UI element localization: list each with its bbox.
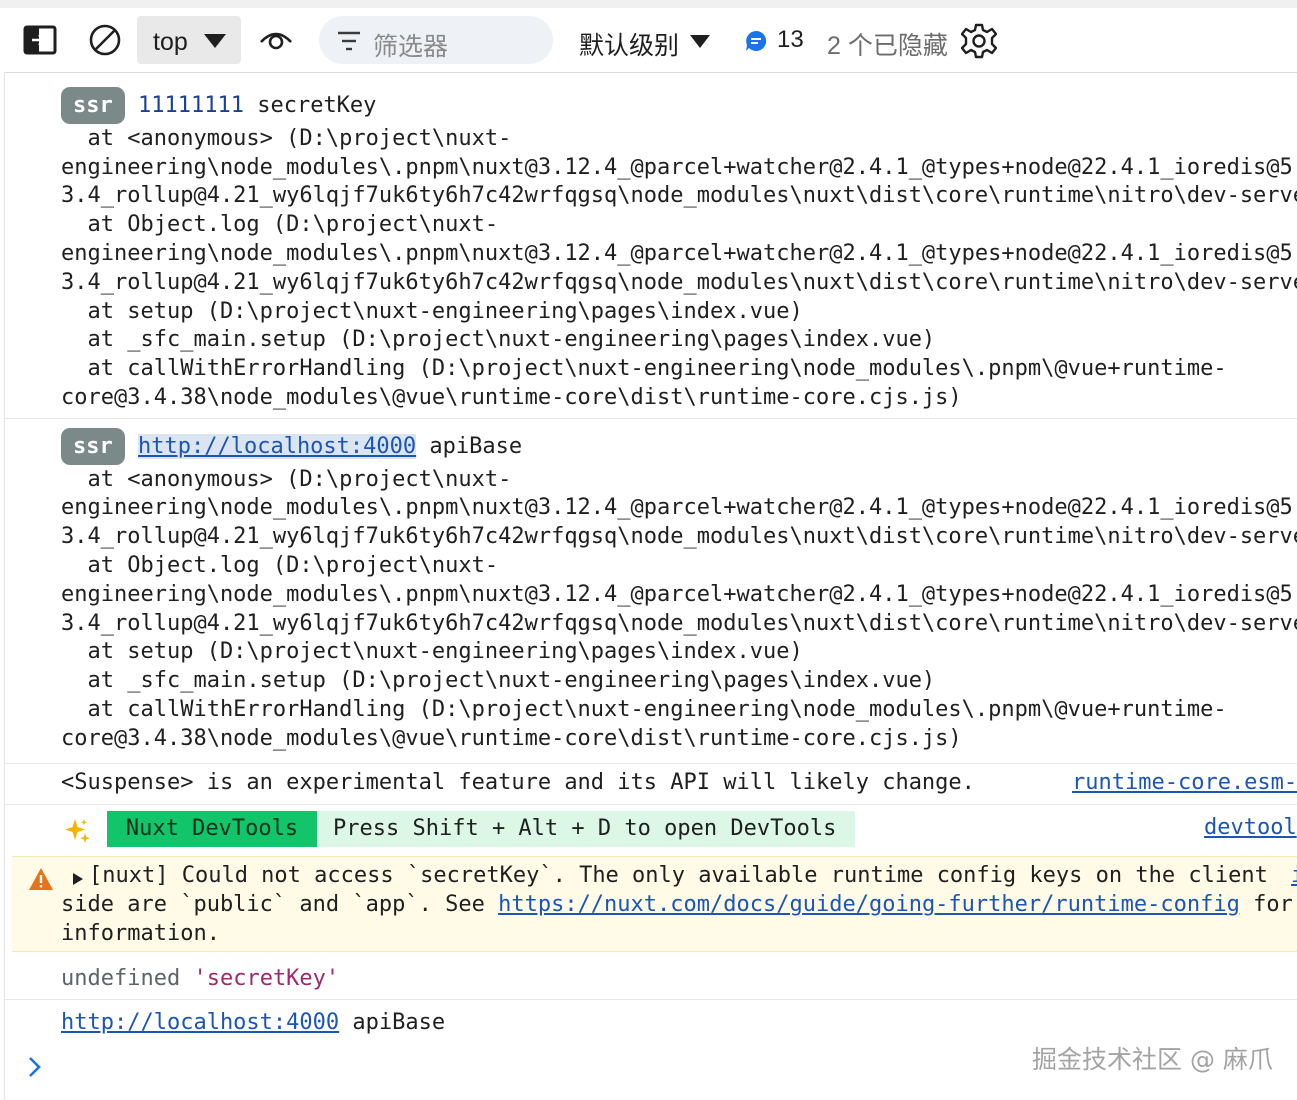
log-text: apiBase [339,1010,446,1035]
filter-placeholder: 筛选器 [373,33,449,61]
suspense-warning-text: <Suspense> is an experimental feature an… [61,770,975,795]
warning-text-part: side are `public` and `app`. See [61,892,499,917]
console-message: <Suspense> is an experimental feature an… [5,764,1297,805]
console-toolbar: top 筛选器 默认级别 13 2 个已隐藏 [5,8,1297,73]
window-top-edge [0,0,1297,8]
log-line: http://localhost:4000 apiBase [61,1010,445,1035]
chevron-down-icon[interactable] [689,34,711,54]
source-link[interactable]: devtool [1204,815,1297,840]
warning-text: side are `public` and `app`. See https:/… [61,892,1293,917]
stack-line: core@3.4.38\node_modules\@vue\runtime-co… [61,385,962,410]
chevron-down-icon [203,33,227,54]
devtools-hint: Press Shift + Alt + D to open DevTools [317,811,855,847]
dock-side-icon[interactable] [23,25,57,60]
log-value: 11111111 [138,93,244,118]
stack-line: 3.4_rollup@4.21_wy6lqjf7uk6ty6h7c42wrfqg… [61,524,1297,549]
stack-line: at <anonymous> (D:\project\nuxt- [61,467,512,492]
watermark: 掘金技术社区 @ 麻爪 [1032,1045,1273,1074]
stack-line: engineering\node_modules\.pnpm\nuxt@3.12… [61,495,1297,520]
message-icon[interactable] [745,30,767,57]
stack-line: 3.4_rollup@4.21_wy6lqjf7uk6ty6h7c42wrfqg… [61,183,1297,208]
prompt-chevron-icon[interactable] [28,1056,42,1083]
console-message: ssr http://localhost:4000 apiBase at <an… [5,419,1297,764]
eye-icon[interactable] [259,28,293,57]
stack-line: at callWithErrorHandling (D:\project\nux… [61,356,1227,381]
stack-line: engineering\node_modules\.pnpm\nuxt@3.12… [61,155,1297,180]
context-select[interactable]: top [137,16,241,64]
stack-line: at callWithErrorHandling (D:\project\nux… [61,697,1227,722]
string-value: 'secretKey' [193,966,340,991]
nuxt-devtools-button[interactable]: Nuxt DevTools [107,811,317,847]
console-message: http://localhost:4000 apiBase [5,1000,1297,1044]
warning-text-part: for [1239,892,1293,917]
log-line: undefined 'secretKey' [61,966,339,991]
log-line: http://localhost:4000 apiBase [138,434,522,459]
expand-triangle-icon[interactable] [72,872,84,891]
warning-text: [nuxt] Could not access `secretKey`. The… [89,863,1268,888]
stack-line: core@3.4.38\node_modules\@vue\runtime-co… [61,726,962,751]
localhost-link[interactable]: http://localhost:4000 [61,1010,339,1035]
warning-text: information. [61,921,220,946]
stack-line: engineering\node_modules\.pnpm\nuxt@3.12… [61,241,1297,266]
warning-message: [nuxt] Could not access `secretKey`. The… [12,856,1297,952]
log-line: 11111111 secretKey [138,93,376,118]
stack-line: 3.4_rollup@4.21_wy6lqjf7uk6ty6h7c42wrfqg… [61,611,1297,636]
stack-line: at setup (D:\project\nuxt-engineering\pa… [61,639,803,664]
stack-line: engineering\node_modules\.pnpm\nuxt@3.12… [61,582,1297,607]
clear-console-icon[interactable] [88,23,122,62]
hidden-count[interactable]: 2 个已隐藏 [827,26,948,62]
stack-line: 3.4_rollup@4.21_wy6lqjf7uk6ty6h7c42wrfqg… [61,270,1297,295]
localhost-link[interactable]: http://localhost:4000 [138,434,417,459]
sparkles-icon [63,817,91,850]
gear-icon[interactable] [960,23,998,64]
context-select-value: top [153,28,188,56]
source-link[interactable]: runtime-core.esm- [1072,770,1297,795]
undefined-value: undefined [61,966,181,991]
runtime-config-link[interactable]: https://nuxt.com/docs/guide/going-furthe… [498,892,1240,917]
stack-line: at setup (D:\project\nuxt-engineering\pa… [61,299,803,324]
warning-icon [28,867,54,896]
stack-line: at Object.log (D:\project\nuxt- [61,212,499,237]
console-message: Nuxt DevTools Press Shift + Alt + D to o… [5,805,1297,855]
log-levels-dropdown[interactable]: 默认级别 [579,26,679,62]
log-text: apiBase [416,434,523,459]
log-text: secretKey [243,93,377,118]
message-count[interactable]: 13 [777,26,804,54]
source-link[interactable]: i [1291,863,1297,888]
filter-input[interactable]: 筛选器 [319,16,553,64]
console-message: ssr 11111111 secretKey at <anonymous> (D… [5,73,1297,419]
ssr-badge: ssr [61,87,125,124]
stack-line: at Object.log (D:\project\nuxt- [61,553,499,578]
filter-icon [337,31,361,56]
console-message: undefined 'secretKey' [5,956,1297,1000]
ssr-badge: ssr [61,428,125,465]
stack-line: at _sfc_main.setup (D:\project\nuxt-engi… [61,668,936,693]
stack-line: at <anonymous> (D:\project\nuxt- [61,126,512,151]
stack-line: at _sfc_main.setup (D:\project\nuxt-engi… [61,327,936,352]
